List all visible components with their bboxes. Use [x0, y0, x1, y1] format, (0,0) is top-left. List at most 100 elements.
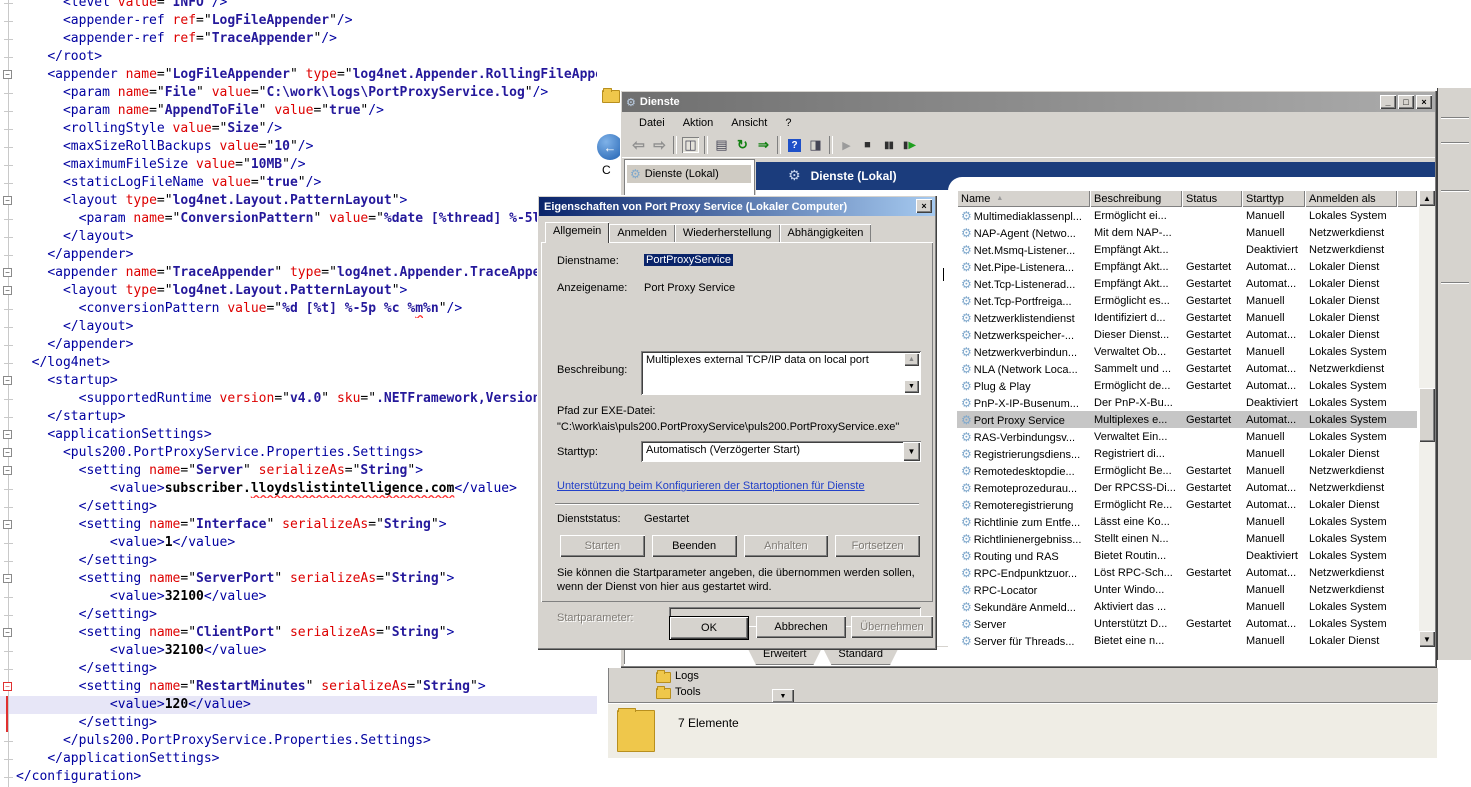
table-row[interactable]: ⚙Registrierungsdiens...Registriert di...… [957, 445, 1417, 462]
minimize-button[interactable]: _ [1380, 95, 1396, 109]
table-cell: Dieser Dienst... [1090, 329, 1182, 341]
tab-wiederherstellung[interactable]: Wiederherstellung [675, 224, 780, 243]
fold-collapse-box[interactable]: − [3, 628, 12, 637]
restart-service-icon[interactable]: ▮▶ [899, 135, 920, 155]
table-cell: Ermöglicht Re... [1090, 499, 1182, 511]
column-header-name[interactable]: Name ▲ [957, 190, 1090, 207]
table-row[interactable]: ⚙Netzwerkverbindun...Verwaltet Ob...Gest… [957, 343, 1417, 360]
table-row[interactable]: ⚙ServerUnterstützt D...GestartetAutomat.… [957, 615, 1417, 632]
table-row[interactable]: ⚙Multimediaklassenpl...Ermöglicht ei...M… [957, 207, 1417, 224]
table-row[interactable]: ⚙Remotedesktopdie...Ermöglicht Be...Gest… [957, 462, 1417, 479]
back-icon[interactable]: ⇦ [628, 135, 649, 155]
fold-collapse-box[interactable]: − [3, 286, 12, 295]
table-row[interactable]: ⚙Net.Tcp-Listenerad...Empfängt Akt...Ges… [957, 275, 1417, 292]
startup-options-help-link[interactable]: Unterstützung beim Konfigurieren der Sta… [557, 480, 865, 492]
table-row[interactable]: ⚙RAS-Verbindungsv...Verwaltet Ein...Manu… [957, 428, 1417, 445]
table-row[interactable]: ⚙Routing und RASBietet Routin...Deaktivi… [957, 547, 1417, 564]
column-header-filler [1397, 190, 1417, 207]
arrow-up-icon: ▲ [1423, 194, 1431, 203]
chevron-down-icon[interactable]: ▼ [903, 442, 920, 461]
cancel-button[interactable]: Abbrechen [756, 616, 846, 638]
fold-collapse-box[interactable]: − [3, 376, 12, 385]
table-cell: Deaktiviert [1242, 397, 1305, 409]
changed-fold-marker[interactable]: − [3, 682, 12, 691]
fold-tick [4, 363, 13, 364]
maximize-button[interactable]: □ [1398, 95, 1414, 109]
table-row[interactable]: ⚙RPC-Endpunktzuor...Löst RPC-Sch...Gesta… [957, 564, 1417, 581]
fold-collapse-box[interactable]: − [3, 70, 12, 79]
beenden-button[interactable]: Beenden [652, 535, 737, 557]
table-row[interactable]: ⚙Net.Msmq-Listener...Empfängt Akt...Deak… [957, 241, 1417, 258]
service-gear-icon: ⚙ [961, 209, 972, 223]
column-header-beschreibung[interactable]: Beschreibung [1090, 190, 1182, 207]
close-icon[interactable]: × [916, 199, 932, 213]
dropdown-button[interactable]: ▼ [772, 689, 794, 703]
fold-collapse-box[interactable]: − [3, 520, 12, 529]
table-row[interactable]: ⚙Port Proxy ServiceMultiplexes e...Gesta… [957, 411, 1417, 428]
table-row[interactable]: ⚙Plug & PlayErmöglicht de...GestartetAut… [957, 377, 1417, 394]
menu-item-aktion[interactable]: Aktion [674, 115, 723, 131]
table-row[interactable]: ⚙Netzwerkspeicher-...Dieser Dienst...Ges… [957, 326, 1417, 343]
table-row[interactable]: ⚙Remoteprozedurau...Der RPCSS-Di...Gesta… [957, 479, 1417, 496]
services-window-titlebar[interactable]: ⚙ Dienste _ □ × [622, 92, 1435, 112]
fold-collapse-box[interactable]: − [3, 268, 12, 277]
dialog-titlebar[interactable]: Eigenschaften von Port Proxy Service (Lo… [539, 197, 935, 216]
table-row[interactable]: ⚙Sekundäre Anmeld...Aktiviert das ...Man… [957, 598, 1417, 615]
fold-collapse-box[interactable]: − [3, 430, 12, 439]
scrollbar-thumb[interactable] [1419, 388, 1435, 442]
column-header-starttyp[interactable]: Starttyp [1242, 190, 1305, 207]
table-row[interactable]: ⚙NAP-Agent (Netwo...Mit dem NAP-...Manue… [957, 224, 1417, 241]
tab-allgemein[interactable]: Allgemein [545, 222, 609, 243]
table-row[interactable]: ⚙Net.Pipe-Listenera...Empfängt Akt...Ges… [957, 258, 1417, 275]
anhalten-button: Anhalten [744, 535, 829, 557]
table-row[interactable]: ⚙PnP-X-IP-Busenum...Der PnP-X-Bu...Deakt… [957, 394, 1417, 411]
console-tree-icon[interactable]: ◫ [680, 135, 701, 155]
tab-anmelden[interactable]: Anmelden [609, 224, 675, 243]
description-field[interactable]: Multiplexes external TCP/IP data on loca… [641, 351, 921, 395]
table-row[interactable]: ⚙RPC-LocatorUnter Windo...ManuellNetzwer… [957, 581, 1417, 598]
startup-type-select[interactable]: Automatisch (Verzögerter Start) ▼ [641, 441, 921, 462]
ok-button[interactable]: OK [669, 616, 749, 640]
fold-collapse-box[interactable]: − [3, 466, 12, 475]
column-header-status[interactable]: Status [1182, 190, 1242, 207]
forward-icon[interactable]: ⇨ [649, 135, 670, 155]
apply-button[interactable]: Übernehmen [851, 616, 933, 638]
service-status-value: Gestartet [644, 513, 689, 525]
table-row[interactable]: ⚙Server für Threads...Bietet eine n...Ma… [957, 632, 1417, 648]
properties-icon[interactable]: ▤ [711, 135, 732, 155]
table-row[interactable]: ⚙Richtlinienergebniss...Stellt einen N..… [957, 530, 1417, 547]
table-row[interactable]: ⚙Net.Tcp-Portfreiga...Ermöglicht es...Ge… [957, 292, 1417, 309]
extended-view-icon[interactable]: ◨ [805, 135, 826, 155]
scroll-down-button[interactable]: ▼ [904, 380, 919, 393]
tree-item-label[interactable]: Logs [675, 670, 699, 682]
code-line: <layout type="log4net.Layout.PatternLayo… [0, 282, 597, 300]
refresh-icon[interactable]: ↻ [732, 135, 753, 155]
menu-item-ansicht[interactable]: Ansicht [722, 115, 776, 131]
scroll-down-button[interactable]: ▼ [1419, 631, 1435, 647]
fold-collapse-box[interactable]: − [3, 448, 12, 457]
vertical-scrollbar[interactable]: ▲ ▼ [1419, 190, 1435, 648]
column-header-anmeldenals[interactable]: Anmelden als [1305, 190, 1397, 207]
table-row[interactable]: ⚙NetzwerklistendienstIdentifiziert d...G… [957, 309, 1417, 326]
menu-item-datei[interactable]: Datei [630, 115, 674, 131]
code-line: </setting> [0, 714, 597, 732]
table-row[interactable]: ⚙RemoteregistrierungErmöglicht Re...Gest… [957, 496, 1417, 513]
fold-tick [4, 417, 13, 418]
fold-collapse-box[interactable]: − [3, 196, 12, 205]
pause-service-icon[interactable]: ▮▮ [878, 135, 899, 155]
tree-item-dienste-lokal[interactable]: ⚙ Dienste (Lokal) [627, 165, 751, 183]
stop-service-icon[interactable]: ■ [857, 135, 878, 155]
tab-abhngigkeiten[interactable]: Abhängigkeiten [780, 224, 872, 243]
scroll-up-button[interactable]: ▲ [904, 353, 919, 366]
scroll-up-button[interactable]: ▲ [1419, 190, 1435, 206]
menu-item-?[interactable]: ? [776, 115, 800, 131]
tree-item-label[interactable]: Tools [675, 686, 701, 698]
export-list-icon[interactable]: ⇒ [753, 135, 774, 155]
xml-editor[interactable]: <level value="INFO"/> <appender-ref ref=… [0, 0, 597, 787]
close-button[interactable]: × [1416, 95, 1432, 109]
table-row[interactable]: ⚙NLA (Network Loca...Sammelt und ...Gest… [957, 360, 1417, 377]
fold-collapse-box[interactable]: − [3, 574, 12, 583]
table-row[interactable]: ⚙Richtlinie zum Entfe...Lässt eine Ko...… [957, 513, 1417, 530]
start-service-icon[interactable]: ▶ [836, 135, 857, 155]
help-icon[interactable]: ? [784, 135, 805, 155]
